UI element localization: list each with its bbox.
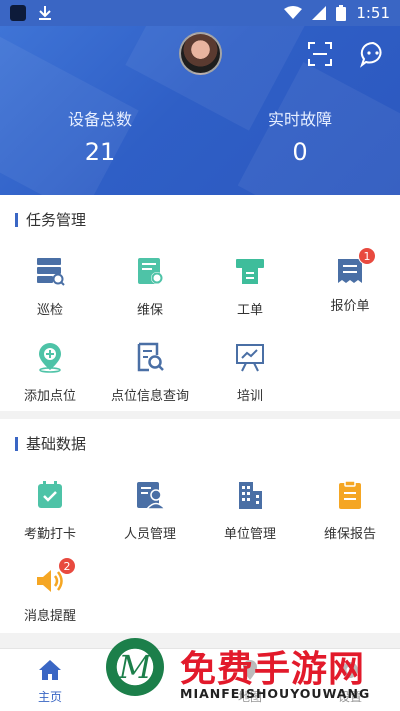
device-count-stat[interactable]: 设备总数 21 — [20, 106, 180, 166]
tile-label: 维保 — [136, 303, 163, 318]
wifi-icon — [284, 6, 303, 19]
stat-value: 0 — [292, 138, 308, 166]
stat-label: 设备总数 — [67, 110, 132, 129]
dashboard-header: 设备总数 21 实时故障 0 — [0, 26, 400, 195]
add-location-icon — [39, 343, 61, 373]
nav-home[interactable]: 主页 — [0, 659, 100, 705]
status-bar: 1:51 — [0, 0, 400, 26]
training-icon — [236, 344, 264, 372]
location-query-icon — [137, 342, 164, 372]
tile-building[interactable]: 单位管理 — [200, 479, 300, 542]
maintenance-icon — [138, 258, 163, 284]
clock: 1:51 — [356, 4, 390, 22]
section-title-text: 任务管理 — [26, 211, 87, 229]
notification-badge: 2 — [58, 557, 76, 575]
signal-icon — [312, 6, 327, 20]
tile-label: 考勤打卡 — [23, 527, 76, 542]
watermark-title: 免费手游网 — [180, 649, 366, 690]
task-management-section: 任务管理 巡检 维保 工单 1 报价单 添加点位 点位信息查询 培训 — [0, 195, 400, 411]
app-notification-icon — [10, 5, 26, 21]
inspection-icon — [37, 258, 65, 286]
watermark-logo-letter: M — [118, 648, 152, 686]
fault-count-stat[interactable]: 实时故障 0 — [220, 106, 380, 166]
tile-label: 添加点位 — [23, 389, 76, 404]
tile-label: 维保报告 — [323, 527, 376, 542]
watermark-logo: M — [106, 638, 164, 696]
watermark-subtitle: MIANFEISHOUYOUWANG — [180, 686, 371, 701]
home-icon — [39, 660, 61, 680]
stat-label: 实时故障 — [267, 110, 332, 129]
work-order-icon — [236, 259, 264, 284]
scan-icon[interactable] — [306, 40, 334, 68]
building-icon — [239, 482, 262, 509]
section-marker — [15, 436, 18, 451]
nav-label: 主页 — [37, 690, 62, 704]
tile-attendance[interactable]: 考勤打卡 — [0, 479, 100, 542]
download-icon — [39, 6, 51, 20]
attendance-icon — [38, 481, 62, 508]
basic-data-section: 基础数据 考勤打卡 人员管理 单位管理 维保报告 2 消息提醒 — [0, 419, 400, 633]
tile-label: 工单 — [236, 303, 263, 318]
tile-work-order[interactable]: 工单 — [200, 255, 300, 318]
tile-label: 单位管理 — [223, 527, 276, 542]
watermark: M 免费手游网 MIANFEISHOUYOUWANG — [100, 636, 400, 711]
tile-maintenance[interactable]: 维保 — [100, 255, 200, 318]
section-title-text: 基础数据 — [26, 435, 87, 453]
tile-label: 报价单 — [330, 299, 370, 314]
section-title: 基础数据 — [15, 433, 86, 454]
tile-add-location[interactable]: 添加点位 — [0, 341, 100, 404]
tile-label: 点位信息查询 — [110, 389, 189, 404]
section-title: 任务管理 — [15, 209, 86, 230]
tile-label: 人员管理 — [123, 527, 176, 542]
tile-notifications[interactable]: 2 消息提醒 — [0, 557, 100, 624]
tile-location-query[interactable]: 点位信息查询 — [100, 341, 200, 404]
tile-label: 巡检 — [36, 303, 63, 318]
notification-badge: 1 — [358, 247, 376, 265]
tile-quotation[interactable]: 1 报价单 — [300, 247, 400, 314]
tile-label: 消息提醒 — [23, 609, 76, 624]
stat-value: 21 — [84, 138, 116, 166]
battery-icon — [336, 5, 347, 21]
avatar[interactable] — [179, 32, 222, 75]
tile-label: 培训 — [236, 389, 263, 404]
tile-personnel[interactable]: 人员管理 — [100, 479, 200, 542]
personnel-icon — [137, 482, 167, 510]
section-marker — [15, 212, 18, 227]
report-icon — [339, 480, 361, 509]
tile-inspection[interactable]: 巡检 — [0, 255, 100, 318]
tile-report[interactable]: 维保报告 — [300, 479, 400, 542]
tile-training[interactable]: 培训 — [200, 341, 300, 404]
message-icon[interactable] — [359, 40, 387, 68]
